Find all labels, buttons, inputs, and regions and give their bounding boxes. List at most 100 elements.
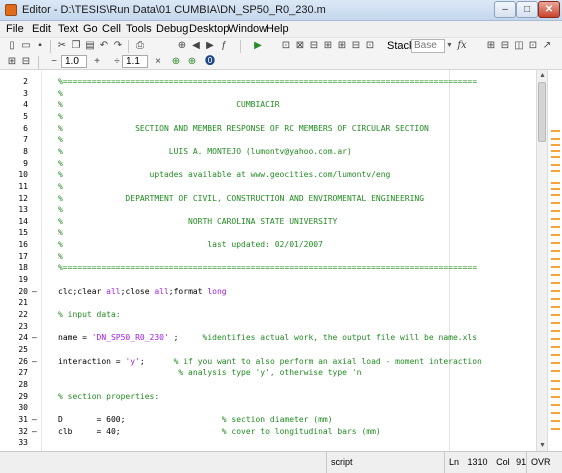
stack-select[interactable]: Base — [411, 39, 445, 53]
code-line[interactable]: 25 — [0, 344, 536, 355]
continue-icon[interactable]: ⊟ — [350, 40, 362, 52]
split-vertical-icon[interactable]: ◫ — [513, 40, 525, 52]
step-out-icon[interactable]: ⊞ — [336, 40, 348, 52]
menu-window[interactable]: Window — [228, 23, 267, 35]
code-editor[interactable]: 2 %======================================… — [0, 70, 536, 451]
find-icon[interactable]: ⊕ — [176, 40, 188, 52]
code-line[interactable]: 8 % LUIS A. MONTEJO (lumontv@yahoo.com.ar… — [0, 146, 536, 157]
step-icon[interactable]: ⊟ — [308, 40, 320, 52]
new-file-icon[interactable]: ▯ — [6, 40, 18, 52]
split-horizontal-icon[interactable]: ⊟ — [499, 40, 511, 52]
print-icon[interactable]: ⎙ — [134, 40, 146, 52]
executable-line-marker[interactable]: – — [32, 414, 37, 425]
code-line[interactable]: 3% — [0, 88, 536, 99]
mlint-warning-marker[interactable] — [551, 346, 560, 348]
close-button[interactable]: ✕ — [538, 1, 560, 18]
menu-debug[interactable]: Debug — [156, 23, 188, 35]
code-line[interactable]: 14 % NORTH CAROLINA STATE UNIVERSITY — [0, 216, 536, 227]
cell-mode-icon[interactable]: ⊞ — [6, 56, 18, 68]
menu-text[interactable]: Text — [58, 23, 78, 35]
mlint-warning-marker[interactable] — [551, 164, 560, 166]
undock-icon[interactable]: ↗ — [541, 40, 553, 52]
executable-line-marker[interactable]: – — [32, 286, 37, 297]
mlint-warning-marker[interactable] — [551, 194, 560, 196]
multiply-value-field[interactable]: 1.1 — [122, 55, 148, 68]
eval-file-icon[interactable]: ⊕ — [186, 56, 198, 68]
mlint-warning-marker[interactable] — [551, 144, 560, 146]
mlint-warning-marker[interactable] — [551, 306, 560, 308]
exit-debug-icon[interactable]: ⊡ — [364, 40, 376, 52]
mlint-warning-marker[interactable] — [551, 330, 560, 332]
mlint-warning-marker[interactable] — [551, 130, 560, 132]
code-line[interactable]: 12 % DEPARTMENT OF CIVIL, CONSTRUCTION AN… — [0, 193, 536, 204]
code-line[interactable]: 33 — [0, 437, 536, 448]
code-line[interactable]: 13% — [0, 204, 536, 215]
show-cell-titles-icon[interactable]: ⓿ — [204, 56, 216, 68]
redo-icon[interactable]: ↷ — [112, 40, 124, 52]
executable-line-marker[interactable]: – — [32, 356, 37, 367]
cut-icon[interactable]: ✂ — [56, 40, 68, 52]
eval-cell-advance-icon[interactable]: ⊕ — [170, 56, 182, 68]
mlint-warning-marker[interactable] — [551, 404, 560, 406]
paste-icon[interactable]: ▤ — [84, 40, 96, 52]
mlint-warning-marker[interactable] — [551, 314, 560, 316]
executable-line-marker[interactable]: – — [32, 332, 37, 343]
code-line[interactable]: 24– name = 'DN_SP50_R0_230' ; %identifies… — [0, 332, 536, 343]
code-line[interactable]: 27 % analysis type 'y', otherwise type '… — [0, 367, 536, 378]
fx-icon[interactable]: fx — [455, 40, 469, 52]
mlint-warning-marker[interactable] — [551, 338, 560, 340]
code-line[interactable]: 15% — [0, 227, 536, 238]
code-line[interactable]: 9% — [0, 158, 536, 169]
mlint-warning-marker[interactable] — [551, 226, 560, 228]
chevron-down-icon[interactable]: ▼ — [445, 39, 454, 53]
code-line[interactable]: 26– interaction = 'y'; % if you want to a… — [0, 356, 536, 367]
multiply-button[interactable]: × — [152, 56, 164, 68]
function-browser-icon[interactable]: ƒ — [218, 40, 230, 52]
mlint-warning-marker[interactable] — [551, 182, 560, 184]
mlint-warning-marker[interactable] — [551, 170, 560, 172]
minimize-button[interactable]: – — [494, 1, 516, 18]
mlint-warning-marker[interactable] — [551, 396, 560, 398]
code-line[interactable]: 4 % CUMBIACIR — [0, 99, 536, 110]
executable-line-marker[interactable]: – — [32, 426, 37, 437]
code-line[interactable]: 19 — [0, 274, 536, 285]
eval-cell-icon[interactable]: ⊟ — [20, 56, 32, 68]
code-line[interactable]: 16 % last updated: 02/01/2007 — [0, 239, 536, 250]
clear-breakpoints-icon[interactable]: ⊠ — [294, 40, 306, 52]
mlint-warning-marker[interactable] — [551, 428, 560, 430]
mlint-warning-marker[interactable] — [551, 218, 560, 220]
code-line[interactable]: 10 % uptades available at www.geocities.c… — [0, 169, 536, 180]
save-icon[interactable]: ▪ — [34, 40, 46, 52]
menu-desktop[interactable]: Desktop — [189, 23, 229, 35]
menu-tools[interactable]: Tools — [126, 23, 152, 35]
back-icon[interactable]: ◀ — [190, 40, 202, 52]
tile-icon[interactable]: ⊞ — [485, 40, 497, 52]
mlint-warning-marker[interactable] — [551, 258, 560, 260]
mlint-warning-marker[interactable] — [551, 150, 560, 152]
maximize-button[interactable]: □ — [516, 1, 538, 18]
mlint-warning-marker[interactable] — [551, 370, 560, 372]
menu-go[interactable]: Go — [83, 23, 98, 35]
menu-edit[interactable]: Edit — [32, 23, 51, 35]
mlint-warning-marker[interactable] — [551, 322, 560, 324]
menu-help[interactable]: Help — [266, 23, 289, 35]
mlint-warning-marker[interactable] — [551, 266, 560, 268]
open-file-icon[interactable]: ▭ — [20, 40, 32, 52]
forward-icon[interactable]: ▶ — [204, 40, 216, 52]
code-line[interactable]: 5% — [0, 111, 536, 122]
mlint-warning-marker[interactable] — [551, 242, 560, 244]
menu-file[interactable]: File — [6, 23, 24, 35]
code-line[interactable]: 17% — [0, 251, 536, 262]
mlint-warning-marker[interactable] — [551, 412, 560, 414]
mlint-warning-marker[interactable] — [551, 290, 560, 292]
step-in-icon[interactable]: ⊞ — [322, 40, 334, 52]
code-line[interactable]: 29 % section properties: — [0, 391, 536, 402]
code-line[interactable]: 11% — [0, 181, 536, 192]
code-line[interactable]: 32– clb = 40; % cover to longitudinal bar… — [0, 426, 536, 437]
increment-value-field[interactable]: 1.0 — [61, 55, 87, 68]
mlint-warning-marker[interactable] — [551, 250, 560, 252]
mlint-warning-marker[interactable] — [551, 388, 560, 390]
code-line[interactable]: 22 % input data: — [0, 309, 536, 320]
mlint-warning-marker[interactable] — [551, 138, 560, 140]
code-line[interactable]: 18 %=====================================… — [0, 262, 536, 273]
